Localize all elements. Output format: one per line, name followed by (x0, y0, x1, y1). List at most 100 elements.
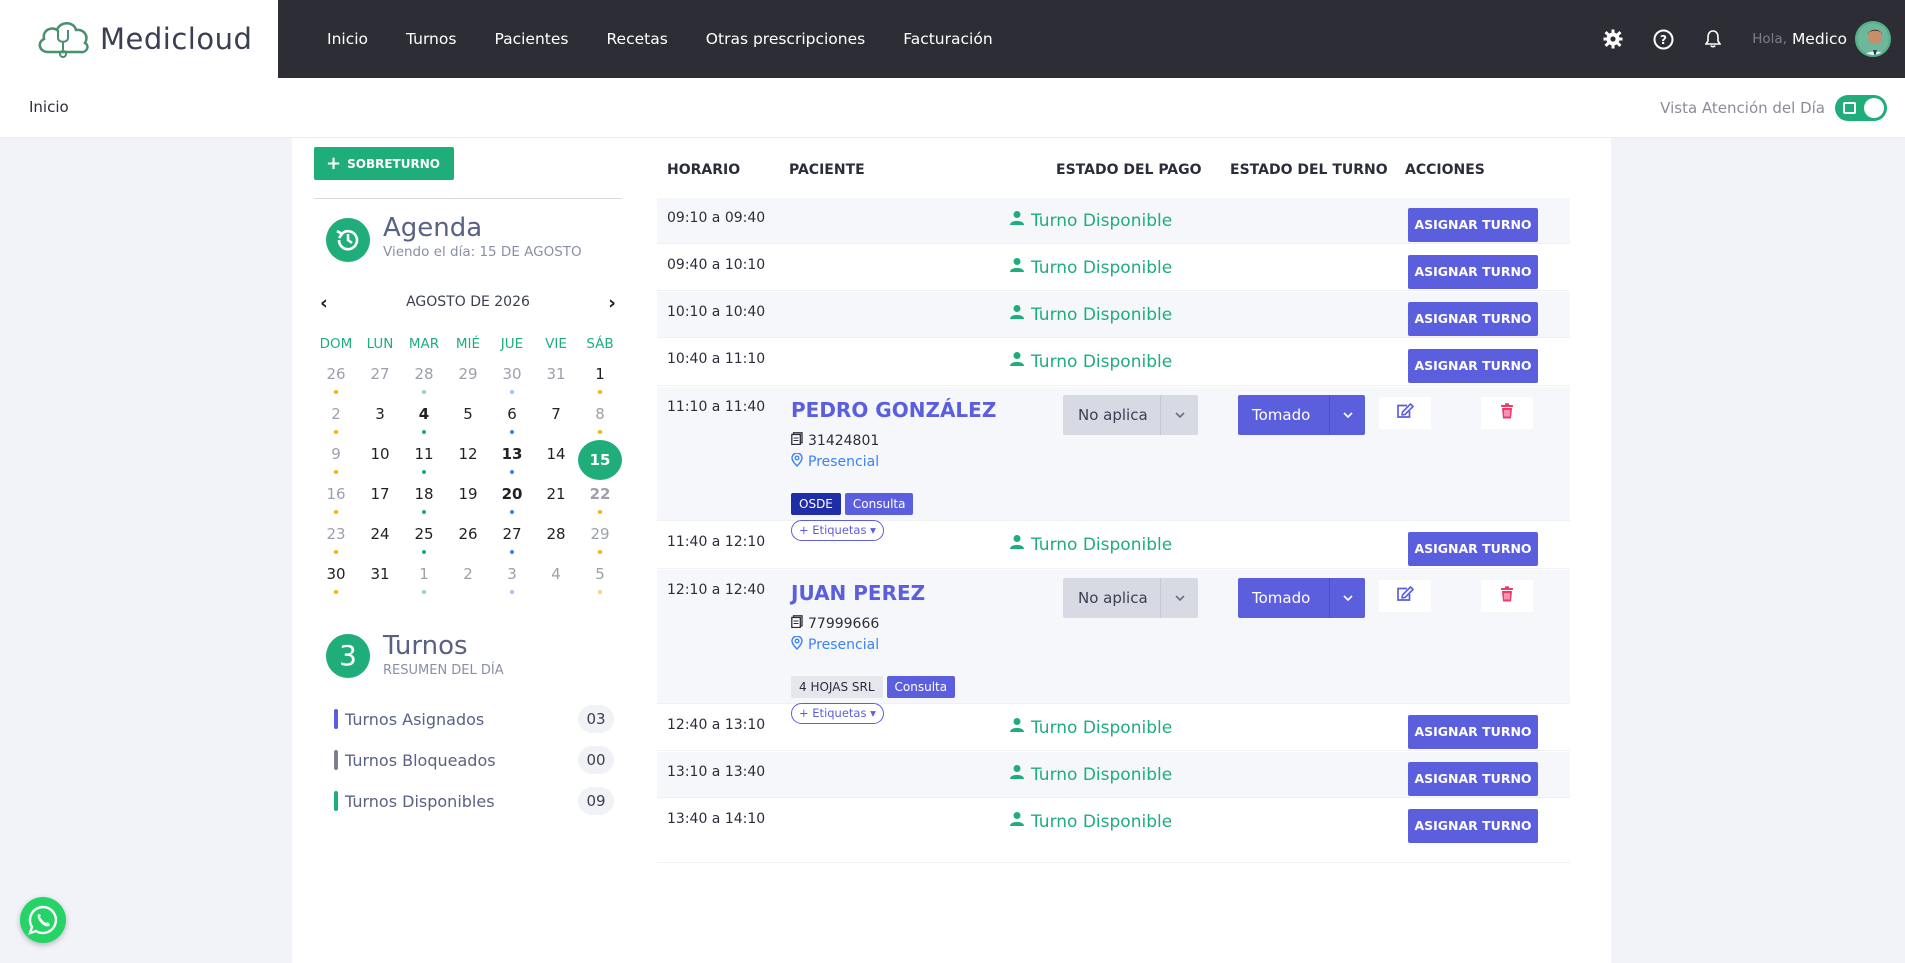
calendar-day[interactable]: 9 (314, 440, 358, 480)
calendar-day[interactable]: 24 (358, 520, 402, 560)
calendar-day[interactable]: 12 (446, 440, 490, 480)
bell-icon[interactable] (1702, 28, 1724, 50)
nav-inicio[interactable]: Inicio (327, 30, 368, 48)
calendar-day[interactable]: 28 (402, 360, 446, 400)
asignar-turno-button[interactable]: ASIGNAR TURNO (1408, 809, 1538, 843)
nav-otras-prescripciones[interactable]: Otras prescripciones (706, 30, 865, 48)
gear-icon[interactable] (1602, 28, 1624, 50)
logo[interactable]: Medicloud (0, 0, 278, 78)
stat-turnos-asignados[interactable]: Turnos Asignados 03 (334, 705, 614, 733)
estado-pago-value: No aplica (1078, 406, 1148, 424)
row-time: 10:10 a 10:40 (667, 304, 766, 320)
toggle-knob (1864, 98, 1884, 118)
calendar-day[interactable]: 13 (490, 440, 534, 480)
stat-bar (334, 791, 338, 811)
calendar-day[interactable]: 27 (358, 360, 402, 400)
delete-button[interactable] (1481, 580, 1533, 612)
calendar-day-number: 25 (414, 525, 434, 543)
calendar-day[interactable]: 8 (578, 400, 622, 440)
edit-button[interactable] (1379, 580, 1431, 612)
event-dot (598, 390, 602, 394)
tag-badge: Consulta (844, 493, 914, 515)
vista-atencion-toggle[interactable] (1835, 95, 1887, 121)
calendar-day[interactable]: 27 (490, 520, 534, 560)
calendar-day[interactable]: 4 (534, 560, 578, 600)
calendar-day[interactable]: 29 (446, 360, 490, 400)
calendar-day[interactable]: 4 (402, 400, 446, 440)
calendar-day-selected[interactable]: 15 (578, 440, 622, 480)
calendar-day[interactable]: 6 (490, 400, 534, 440)
nav-facturacion[interactable]: Facturación (903, 30, 992, 48)
event-dot (510, 550, 514, 554)
patient-name[interactable]: PEDRO GONZÁLEZ (791, 398, 996, 422)
calendar-day[interactable]: 16 (314, 480, 358, 520)
edit-icon (1396, 586, 1414, 606)
nav-recetas[interactable]: Recetas (606, 30, 667, 48)
calendar-day[interactable]: 30 (314, 560, 358, 600)
asignar-turno-button[interactable]: ASIGNAR TURNO (1408, 255, 1538, 289)
calendar-day[interactable]: 17 (358, 480, 402, 520)
event-dot (422, 510, 426, 514)
calendar-day[interactable]: 2 (446, 560, 490, 600)
calendar-day[interactable]: 22 (578, 480, 622, 520)
estado-turno-select[interactable]: Tomado (1238, 578, 1365, 618)
turno-disponible: Turno Disponible (1009, 210, 1172, 231)
patient-name[interactable]: JUAN PEREZ (791, 581, 925, 605)
calendar-day[interactable]: 18 (402, 480, 446, 520)
avatar[interactable] (1855, 21, 1891, 57)
calendar-day[interactable]: 26 (446, 520, 490, 560)
calendar-day[interactable]: 1 (578, 360, 622, 400)
help-icon[interactable]: ? (1652, 28, 1674, 50)
calendar-day[interactable]: 31 (534, 360, 578, 400)
calendar-day-number: 2 (463, 565, 473, 583)
stat-turnos-disponibles[interactable]: Turnos Disponibles 09 (334, 787, 614, 815)
sobreturno-button[interactable]: + SOBRETURNO (314, 147, 454, 180)
table-row: 12:40 a 13:10 Turno Disponible ASIGNAR TUR… (657, 705, 1570, 751)
user-name[interactable]: Medico (1792, 30, 1847, 48)
calendar-day[interactable]: 26 (314, 360, 358, 400)
calendar-day[interactable]: 30 (490, 360, 534, 400)
calendar-day[interactable]: 3 (490, 560, 534, 600)
calendar-day[interactable]: 19 (446, 480, 490, 520)
estado-pago-select[interactable]: No aplica (1063, 395, 1198, 435)
whatsapp-icon[interactable] (20, 897, 66, 943)
edit-button[interactable] (1379, 397, 1431, 429)
estado-pago-select[interactable]: No aplica (1063, 578, 1198, 618)
calendar-day[interactable]: 3 (358, 400, 402, 440)
asignar-turno-button[interactable]: ASIGNAR TURNO (1408, 302, 1538, 336)
calendar-day[interactable]: 21 (534, 480, 578, 520)
calendar-day[interactable]: 5 (578, 560, 622, 600)
calendar-day[interactable]: 7 (534, 400, 578, 440)
calendar-next-button[interactable]: › (608, 292, 616, 314)
asignar-turno-button[interactable]: ASIGNAR TURNO (1408, 715, 1538, 749)
nav-turnos[interactable]: Turnos (406, 30, 456, 48)
calendar-day[interactable]: 28 (534, 520, 578, 560)
calendar-day[interactable]: 5 (446, 400, 490, 440)
calendar-day[interactable]: 29 (578, 520, 622, 560)
edit-icon (1396, 403, 1414, 423)
calendar-day[interactable]: 14 (534, 440, 578, 480)
turno-disponible: Turno Disponible (1009, 811, 1172, 832)
nav-pacientes[interactable]: Pacientes (494, 30, 568, 48)
turno-disponible-label: Turno Disponible (1031, 534, 1173, 555)
stat-turnos-bloqueados[interactable]: Turnos Bloqueados 00 (334, 746, 614, 774)
asignar-turno-button[interactable]: ASIGNAR TURNO (1408, 349, 1538, 383)
asignar-turno-button[interactable]: ASIGNAR TURNO (1408, 762, 1538, 796)
calendar-day[interactable]: 11 (402, 440, 446, 480)
asignar-turno-button[interactable]: ASIGNAR TURNO (1408, 532, 1538, 566)
calendar-day[interactable]: 23 (314, 520, 358, 560)
turno-disponible: Turno Disponible (1009, 304, 1172, 325)
calendar-day[interactable]: 31 (358, 560, 402, 600)
calendar-day[interactable]: 1 (402, 560, 446, 600)
delete-button[interactable] (1481, 397, 1533, 429)
calendar-day-number: 1 (595, 365, 605, 383)
calendar-day[interactable]: 2 (314, 400, 358, 440)
calendar-day[interactable]: 25 (402, 520, 446, 560)
estado-turno-select[interactable]: Tomado (1238, 395, 1365, 435)
calendar-day[interactable]: 10 (358, 440, 402, 480)
calendar-day[interactable]: 20 (490, 480, 534, 520)
calendar-day-number: 29 (458, 365, 478, 383)
breadcrumb[interactable]: Inicio (29, 98, 69, 116)
patient-modality-value: Presencial (808, 454, 880, 470)
asignar-turno-button[interactable]: ASIGNAR TURNO (1408, 208, 1538, 242)
